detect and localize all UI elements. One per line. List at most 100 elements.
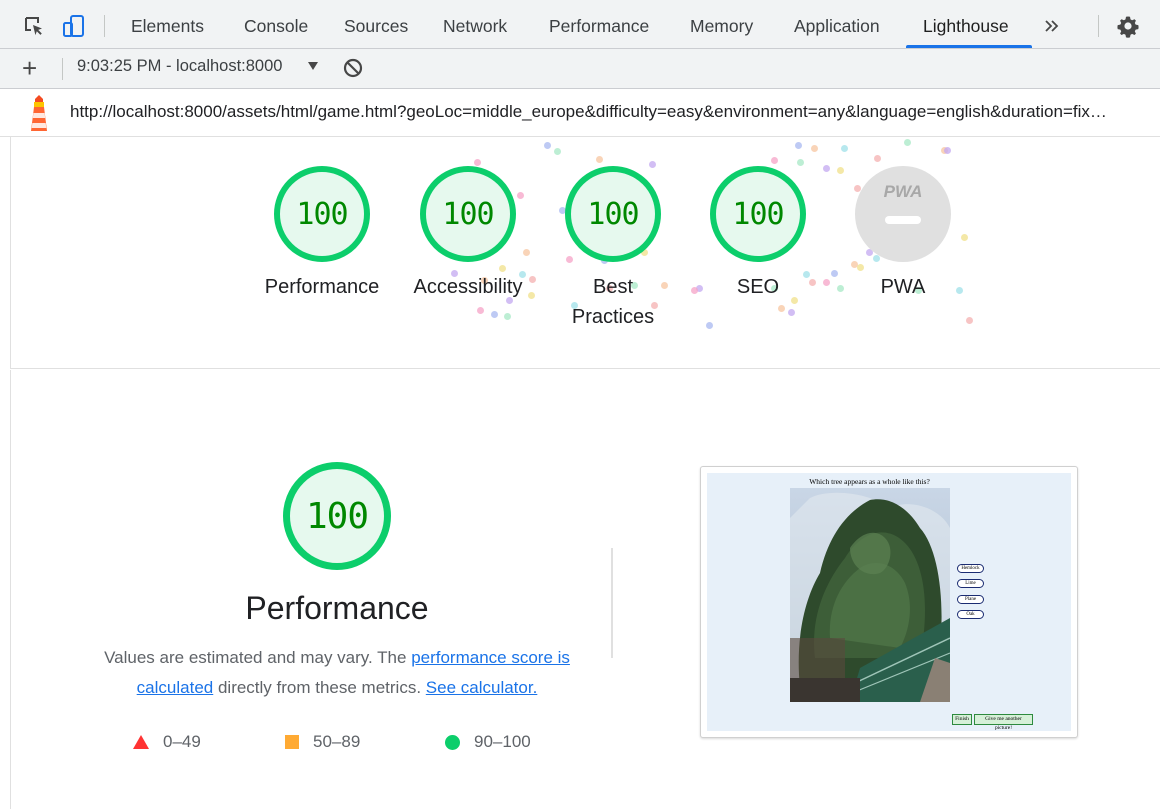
- tab-sources[interactable]: Sources: [344, 0, 408, 49]
- gauge-label: PWA: [880, 276, 926, 298]
- confetti-dot: [966, 317, 973, 324]
- scores-summary: 100 Performance 100 Accessibility 100 Be…: [10, 137, 1160, 369]
- score-value: 100: [296, 196, 348, 232]
- score-value: 100: [732, 196, 784, 232]
- screenshot-question: Which tree appears as a whole like this?: [809, 477, 930, 486]
- description-text: Values are estimated and may vary. The: [104, 648, 412, 667]
- report-selector[interactable]: 9:03:25 PM - localhost:8000: [77, 57, 282, 76]
- confetti-dot: [778, 305, 785, 312]
- final-screenshot-thumbnail[interactable]: Which tree appears as a whole like this?: [700, 466, 1078, 738]
- confetti-dot: [504, 313, 511, 320]
- gauge-pwa[interactable]: PWA PWA: [843, 166, 963, 302]
- confetti-dot: [841, 145, 848, 152]
- finish-button[interactable]: Finish: [952, 714, 972, 725]
- score-ring: 100: [420, 166, 516, 262]
- confetti-dot: [771, 157, 778, 164]
- performance-title: Performance: [245, 590, 429, 626]
- inspect-element-icon[interactable]: [22, 14, 46, 38]
- performance-score-gauge: 100: [283, 462, 391, 570]
- dropdown-caret-icon[interactable]: [308, 62, 318, 70]
- answer-option[interactable]: Oak: [957, 610, 984, 619]
- confetti-dot: [528, 292, 535, 299]
- gauge-label: Best Practices: [571, 276, 655, 328]
- confetti-dot: [596, 156, 603, 163]
- gauge-performance[interactable]: 100 Performance: [262, 166, 382, 302]
- confetti-dot: [691, 287, 698, 294]
- gauge-label: SEO: [736, 276, 780, 298]
- confetti-dot: [554, 148, 561, 155]
- gauge-seo[interactable]: 100 SEO: [698, 166, 818, 302]
- toolbar-separator: [104, 15, 105, 37]
- gauge-label: Performance: [264, 276, 380, 298]
- confetti-dot: [874, 155, 881, 162]
- gauge-label: Accessibility: [413, 276, 523, 298]
- pwa-badge: PWA: [855, 166, 951, 262]
- answer-option[interactable]: Plane: [957, 595, 984, 604]
- tab-elements[interactable]: Elements: [131, 0, 204, 49]
- confetti-dot: [795, 142, 802, 149]
- tab-network[interactable]: Network: [443, 0, 507, 49]
- clear-reports-icon[interactable]: [343, 58, 363, 78]
- tab-lighthouse[interactable]: Lighthouse: [923, 0, 1009, 49]
- legend-pass: 90–100: [445, 729, 531, 755]
- legend-average: 50–89: [285, 729, 360, 755]
- score-value: 100: [587, 196, 639, 232]
- devtools-tab-bar: Elements Console Sources Network Perform…: [0, 0, 1160, 49]
- section-divider: [611, 548, 613, 658]
- toolbar-separator: [1098, 15, 1099, 37]
- settings-gear-icon[interactable]: [1116, 14, 1140, 38]
- lighthouse-toolbar: + 9:03:25 PM - localhost:8000: [0, 49, 1160, 89]
- confetti-dot: [823, 279, 830, 286]
- pwa-badge-text: PWA: [883, 182, 923, 201]
- tab-console[interactable]: Console: [244, 0, 308, 49]
- confetti-dot: [811, 145, 818, 152]
- device-toolbar-icon[interactable]: [62, 14, 86, 38]
- confetti-dot: [904, 139, 911, 146]
- score-ring: 100: [710, 166, 806, 262]
- confetti-dot: [706, 322, 713, 329]
- confetti-dot: [944, 147, 951, 154]
- more-tabs-chevron-icon[interactable]: [1040, 14, 1064, 38]
- pwa-dash-icon: [885, 216, 921, 224]
- legend-fail: 0–49: [133, 729, 201, 755]
- fail-triangle-icon: [133, 735, 149, 749]
- report-url[interactable]: http://localhost:8000/assets/html/game.h…: [70, 102, 1160, 122]
- report-url-bar: http://localhost:8000/assets/html/game.h…: [0, 89, 1160, 137]
- answer-option[interactable]: Lime: [957, 579, 984, 588]
- lighthouse-logo-icon: [26, 93, 52, 133]
- confetti-dot: [823, 165, 830, 172]
- tab-memory[interactable]: Memory: [690, 0, 753, 49]
- active-tab-indicator: [906, 45, 1032, 48]
- average-square-icon: [285, 735, 299, 749]
- confetti-dot: [529, 276, 536, 283]
- legend-range: 90–100: [474, 732, 531, 751]
- performance-description: Values are estimated and may vary. The p…: [81, 643, 593, 703]
- tab-application[interactable]: Application: [794, 0, 880, 49]
- score-ring: 100: [565, 166, 661, 262]
- confetti-dot: [474, 159, 481, 166]
- gauge-best-practices[interactable]: 100 Best Practices: [553, 166, 673, 332]
- score-value: 100: [442, 196, 494, 232]
- confetti-dot: [797, 159, 804, 166]
- confetti-dot: [831, 270, 838, 277]
- legend-range: 0–49: [163, 732, 201, 751]
- toolbar-separator: [62, 58, 63, 80]
- add-report-icon[interactable]: +: [22, 55, 37, 81]
- answer-option[interactable]: Hemlock: [957, 564, 984, 573]
- score-ring: 100: [274, 166, 370, 262]
- screenshot-page: Which tree appears as a whole like this?: [707, 473, 1071, 731]
- confetti-dot: [544, 142, 551, 149]
- legend-range: 50–89: [313, 732, 361, 751]
- performance-score-value: 100: [305, 495, 369, 537]
- confetti-dot: [491, 311, 498, 318]
- confetti-dot: [477, 307, 484, 314]
- confetti-dot: [788, 309, 795, 316]
- another-picture-button[interactable]: Give me another picture!: [974, 714, 1033, 731]
- tree-photo: [790, 488, 950, 702]
- pass-circle-icon: [445, 734, 460, 750]
- performance-section: 100 Performance Values are estimated and…: [10, 370, 1160, 809]
- tab-performance[interactable]: Performance: [549, 0, 649, 49]
- description-text: directly from these metrics.: [213, 678, 426, 697]
- gauge-accessibility[interactable]: 100 Accessibility: [408, 166, 528, 302]
- see-calculator-link[interactable]: See calculator.: [426, 678, 538, 697]
